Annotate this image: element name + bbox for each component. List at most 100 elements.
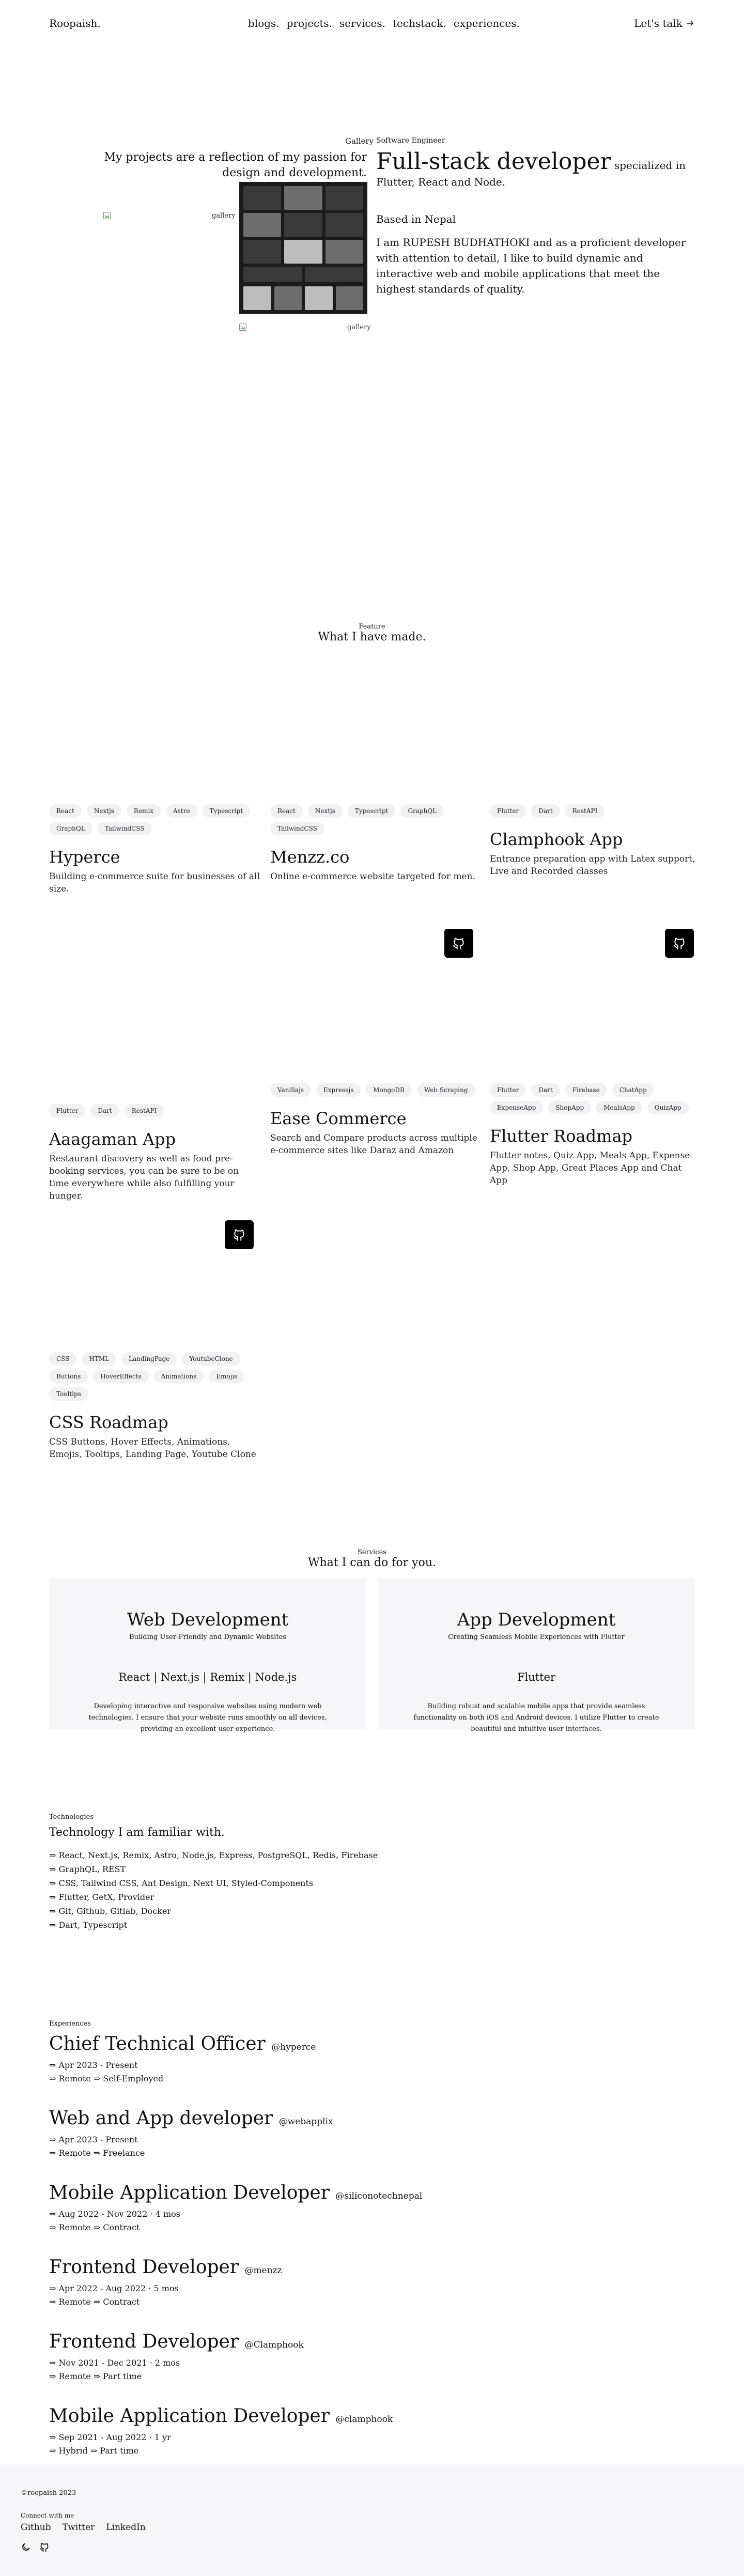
brand-logo[interactable]: Roopaish.	[49, 17, 101, 29]
nav-link-services[interactable]: services.	[339, 17, 385, 29]
tag-list: Flutter Dart Firebase ChatApp ExpenseApp…	[490, 1083, 702, 1114]
project-card-menzz[interactable]: React Nextjs Typescript GraphQL Tailwind…	[270, 804, 482, 883]
tag: Vanillajs	[270, 1083, 311, 1097]
gallery-screenshot[interactable]	[239, 182, 367, 314]
services-title: What I can do for you.	[307, 1556, 437, 1569]
services-header: Services What I can do for you.	[0, 1548, 744, 1569]
project-card-hyperce[interactable]: React Nextjs Remix Astro Typescript Grap…	[49, 804, 261, 895]
list-item: ⇒ CSS, Tailwind CSS, Ant Design, Next UI…	[49, 1878, 314, 1888]
list-item: ⇒ GraphQL, REST	[49, 1864, 126, 1874]
footer-link-linkedin[interactable]: LinkedIn	[106, 2522, 146, 2533]
project-card-clamphook[interactable]: Flutter Dart RestAPI Clamphook App Entra…	[490, 804, 702, 878]
lets-talk-link[interactable]: Let's talk	[634, 17, 695, 29]
tag: MongoDB	[366, 1083, 412, 1097]
tag: Firebase	[565, 1083, 607, 1097]
project-description: Restaurant discovery as well as food pre…	[49, 1154, 239, 1201]
project-title[interactable]: Flutter Roadmap	[490, 1126, 702, 1146]
nav-link-blogs[interactable]: blogs.	[248, 17, 280, 29]
job-company[interactable]: @clamphook	[335, 2414, 393, 2425]
tag: Nextjs	[307, 804, 343, 818]
project-description: Building e-commerce suite for businesses…	[49, 871, 260, 894]
featured-title: What I have made.	[318, 631, 426, 643]
job-type: ⇒ Remote ⇒ Contract	[49, 2222, 140, 2232]
services-eyebrow: Services	[358, 1548, 386, 1556]
job-company[interactable]: @menzz	[245, 2265, 282, 2276]
footer-link-twitter[interactable]: Twitter	[63, 2522, 95, 2533]
job-period: ⇒ Apr 2023 - Present	[49, 2135, 138, 2144]
nav-link-techstack[interactable]: techstack.	[393, 17, 446, 29]
project-title[interactable]: Clamphook App	[490, 829, 702, 850]
tag: Typescript	[347, 804, 396, 818]
github-icon	[453, 938, 464, 949]
tag-list: CSS HTML LandingPage YoutubeClone Button…	[49, 1352, 261, 1401]
job-period: ⇒ Sep 2021 - Aug 2022 · 1 yr	[49, 2432, 171, 2442]
service-title: Web Development	[127, 1609, 289, 1630]
broken-image-icon	[239, 324, 246, 331]
service-description: Developing interactive and responsive we…	[88, 1703, 327, 1733]
project-title[interactable]: CSS Roadmap	[49, 1412, 261, 1433]
job-type: ⇒ Remote ⇒ Part time	[49, 2371, 142, 2381]
project-title[interactable]: Ease Commerce	[270, 1108, 482, 1129]
job-item: Chief Technical Officer @hyperce ⇒ Apr 2…	[49, 2033, 514, 2086]
copyright-text: ©roopaish 2023	[21, 2489, 76, 2497]
nav-link-projects[interactable]: projects.	[287, 17, 332, 29]
tag: ExpenseApp	[490, 1101, 544, 1114]
footer: ©roopaish 2023 Connect with me Github Tw…	[0, 2464, 744, 2576]
list-item: ⇒ React, Next.js, Remix, Astro, Node.js,…	[49, 1850, 378, 1860]
tag: RestAPI	[124, 1104, 164, 1117]
github-button-clamphook[interactable]	[665, 929, 694, 958]
tech-list: ⇒ React, Next.js, Remix, Astro, Node.js,…	[49, 1848, 462, 1932]
project-description: CSS Buttons, Hover Effects, Animations, …	[49, 1437, 256, 1460]
hero-title: Full-stack developer specialized in Flut…	[376, 149, 691, 189]
job-type: ⇒ Remote ⇒ Freelance	[49, 2148, 145, 2158]
featured-eyebrow: Feature	[359, 623, 385, 631]
job-title: Chief Technical Officer	[49, 2033, 266, 2054]
tag: ChatApp	[612, 1083, 654, 1097]
job-item: Mobile Application Developer @clamphook …	[49, 2405, 514, 2458]
job-company[interactable]: @siliconotechnepal	[335, 2191, 422, 2201]
tech-section: Technologies Technology I am familiar wi…	[49, 1813, 462, 1932]
job-period: ⇒ Nov 2021 - Dec 2021 · 2 mos	[49, 2358, 180, 2368]
experience-section: Experiences Chief Technical Officer @hyp…	[49, 2020, 514, 2458]
bio-name: RUPESH BUDHATHOKI	[402, 236, 530, 249]
job-item: Frontend Developer @menzz ⇒ Apr 2022 - A…	[49, 2256, 514, 2309]
github-button-menzz-row[interactable]	[444, 929, 473, 958]
tag: Nextjs	[86, 804, 121, 818]
nav-link-experiences[interactable]: experiences.	[454, 17, 520, 29]
project-title[interactable]: Aaagaman App	[49, 1129, 261, 1149]
job-company[interactable]: @webapplix	[279, 2117, 333, 2127]
project-card-flutter-roadmap[interactable]: Flutter Dart Firebase ChatApp ExpenseApp…	[490, 1083, 702, 1187]
arrow-right-icon	[687, 20, 694, 26]
job-period: ⇒ Aug 2022 - Nov 2022 · 4 mos	[49, 2209, 180, 2219]
project-title[interactable]: Menzz.co	[270, 847, 482, 867]
project-card-aaagaman[interactable]: Flutter Dart RestAPI Aaagaman App Restau…	[49, 1104, 261, 1202]
project-description: Search and Compare products across multi…	[270, 1133, 477, 1156]
job-period: ⇒ Apr 2022 - Aug 2022 · 5 mos	[49, 2283, 179, 2293]
list-item: ⇒ Git, Github, Gitlab, Docker	[49, 1906, 171, 1916]
project-description: Flutter notes, Quiz App, Meals App, Expe…	[490, 1151, 690, 1186]
tag: YoutubeClone	[182, 1352, 240, 1366]
github-button-aaagaman[interactable]	[225, 1220, 254, 1249]
hero-title-main: Full-stack developer	[376, 148, 611, 175]
project-card-css-roadmap[interactable]: CSS HTML LandingPage YoutubeClone Button…	[49, 1352, 261, 1461]
tag: Dart	[90, 1104, 119, 1117]
tag-list: Flutter Dart RestAPI	[49, 1104, 261, 1117]
tag: Dart	[531, 804, 560, 818]
job-company[interactable]: @hyperce	[271, 2042, 316, 2052]
gallery-image-2	[239, 324, 246, 331]
featured-header: Feature What I have made.	[0, 623, 744, 643]
tag: GraphQL	[49, 822, 92, 835]
footer-link-github[interactable]: Github	[21, 2522, 51, 2533]
job-type: ⇒ Remote ⇒ Self-Employed	[49, 2074, 164, 2083]
footer-icons	[21, 2542, 50, 2552]
project-card-ease-commerce[interactable]: Vanillajs Expressjs MongoDB Web Scraping…	[270, 1083, 482, 1157]
gallery-image-1	[103, 212, 111, 219]
job-title: Frontend Developer	[49, 2331, 239, 2352]
tag-list: Vanillajs Expressjs MongoDB Web Scraping	[270, 1083, 482, 1097]
hero-intro: Software Engineer Full-stack developer s…	[376, 136, 691, 297]
lets-talk-label: Let's talk	[634, 17, 683, 29]
job-company[interactable]: @Clamphook	[245, 2340, 304, 2350]
project-title[interactable]: Hyperce	[49, 847, 261, 867]
github-icon[interactable]	[39, 2542, 50, 2552]
moon-icon[interactable]	[21, 2542, 31, 2552]
